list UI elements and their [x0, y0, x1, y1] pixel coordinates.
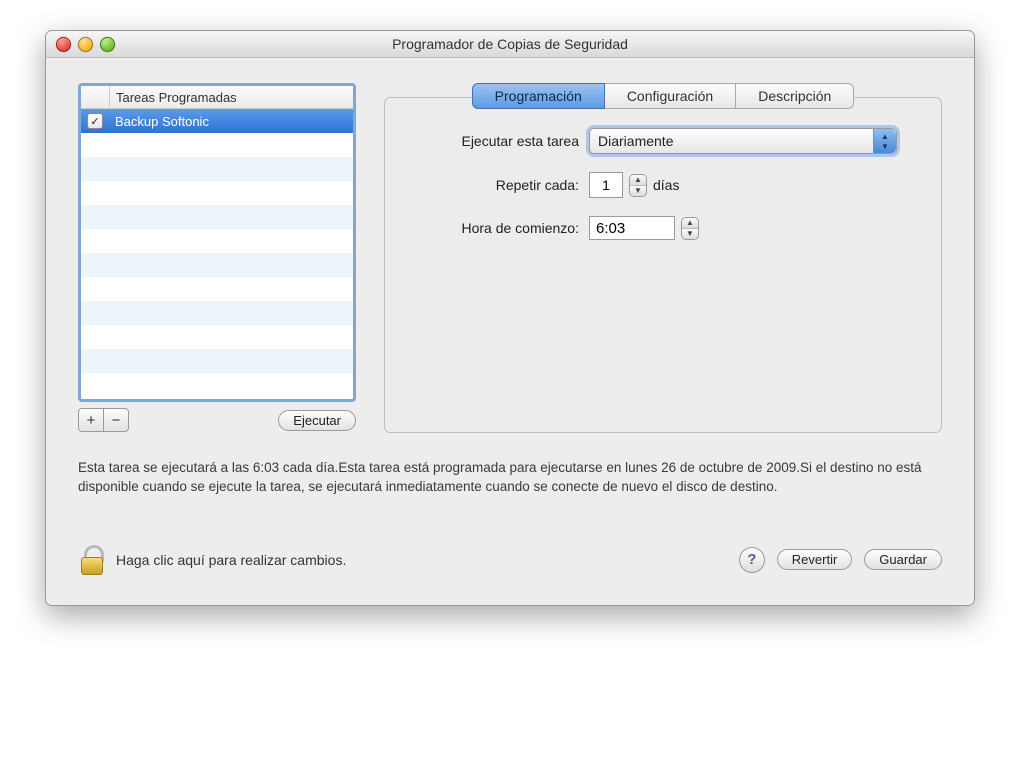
repeat-label: Repetir cada: [409, 177, 589, 193]
task-list-body: ✓ Backup Softonic [81, 109, 353, 399]
remove-task-button[interactable]: − [104, 408, 129, 432]
repeat-stepper[interactable]: ▲ ▼ [629, 174, 647, 197]
add-task-button[interactable]: + [78, 408, 104, 432]
chevron-updown-icon: ▲▼ [873, 129, 896, 153]
tab-bar: Programación Configuración Descripción [384, 83, 942, 109]
chevron-up-icon[interactable]: ▲ [630, 175, 646, 185]
run-task-button[interactable]: Ejecutar [278, 410, 356, 431]
lock-hint-text: Haga clic aquí para realizar cambios. [116, 552, 727, 568]
task-list-header: Tareas Programadas [81, 86, 353, 109]
app-window: Programador de Copias de Seguridad Tarea… [45, 30, 975, 606]
detail-panel: Programación Configuración Descripción E… [384, 83, 942, 433]
close-icon[interactable] [56, 37, 71, 52]
repeat-unit-label: días [653, 177, 679, 193]
tab-programming[interactable]: Programación [472, 83, 605, 109]
run-task-label: Ejecutar esta tarea [409, 133, 589, 149]
save-button[interactable]: Guardar [864, 549, 942, 570]
task-row[interactable]: ✓ Backup Softonic [81, 109, 353, 133]
start-time-input[interactable] [589, 216, 675, 240]
task-list-header-label: Tareas Programadas [110, 87, 353, 108]
repeat-value-input[interactable] [589, 172, 623, 198]
start-time-stepper[interactable]: ▲ ▼ [681, 217, 699, 240]
content-area: Tareas Programadas ✓ Backup Softonic [46, 58, 974, 605]
run-frequency-select[interactable]: Diariamente ▲▼ [589, 128, 897, 154]
window-title: Programador de Copias de Seguridad [46, 36, 974, 52]
start-time-label: Hora de comienzo: [409, 220, 589, 236]
minimize-icon[interactable] [78, 37, 93, 52]
chevron-up-icon[interactable]: ▲ [682, 218, 698, 228]
titlebar: Programador de Copias de Seguridad [46, 31, 974, 58]
lock-icon[interactable] [78, 545, 104, 575]
add-remove-group: + − [78, 408, 129, 432]
window-controls [56, 37, 115, 52]
tab-content: Ejecutar esta tarea Diariamente ▲▼ Repet… [384, 97, 942, 433]
run-frequency-value: Diariamente [598, 133, 673, 149]
revert-button[interactable]: Revertir [777, 549, 853, 570]
task-checkbox[interactable]: ✓ [87, 113, 103, 129]
chevron-down-icon[interactable]: ▼ [630, 185, 646, 196]
task-list[interactable]: Tareas Programadas ✓ Backup Softonic [78, 83, 356, 402]
help-button[interactable]: ? [739, 547, 765, 573]
zoom-icon[interactable] [100, 37, 115, 52]
chevron-down-icon[interactable]: ▼ [682, 228, 698, 239]
schedule-description: Esta tarea se ejecutará a las 6:03 cada … [78, 459, 942, 497]
tab-configuration[interactable]: Configuración [605, 83, 736, 109]
task-row-label: Backup Softonic [109, 114, 353, 129]
sidebar: Tareas Programadas ✓ Backup Softonic [78, 83, 356, 432]
tab-description[interactable]: Descripción [736, 83, 854, 109]
footer: Haga clic aquí para realizar cambios. ? … [78, 545, 942, 589]
